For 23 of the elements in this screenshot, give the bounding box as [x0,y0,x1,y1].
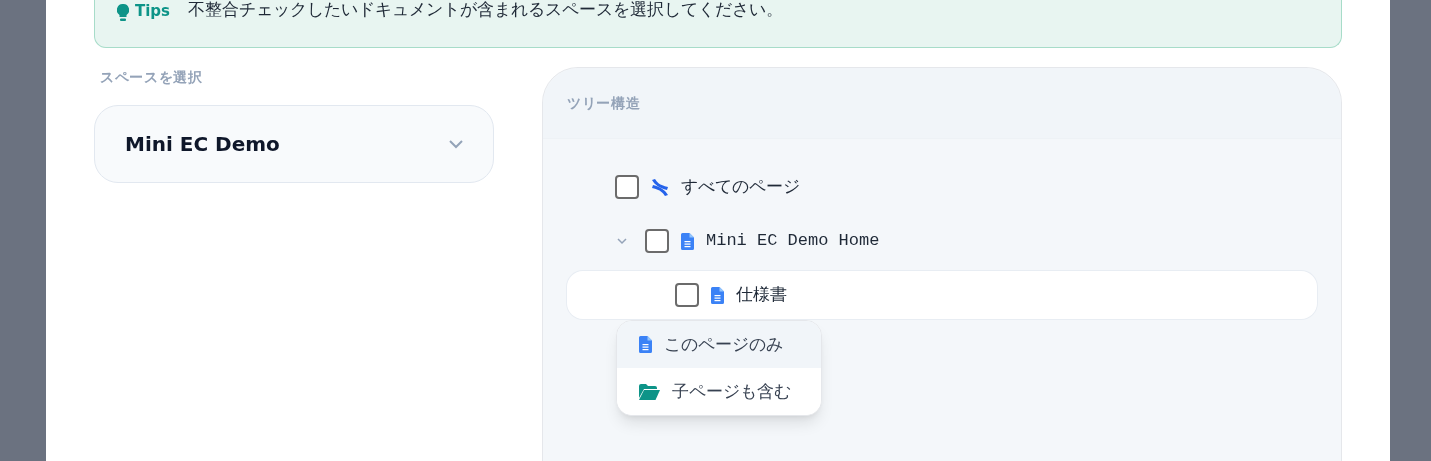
panel-title: ツリー構造 [567,93,641,113]
tree-row[interactable]: Mini EC Demo Home [567,217,1317,265]
tips-label: Tips [135,0,171,22]
tree-item-label: Mini EC Demo Home [706,230,880,253]
checkbox[interactable] [615,175,639,199]
document-icon [681,232,694,250]
tree-item-label: すべてのページ [681,175,800,199]
checkbox[interactable] [645,229,669,253]
menu-item[interactable]: このページのみ [617,321,821,368]
lightbulb-icon [117,4,129,22]
document-icon [639,336,652,353]
menu-item-label: このページのみ [664,332,783,356]
document-icon [711,286,724,304]
checkbox[interactable] [675,283,699,307]
open-folder-icon [639,383,660,400]
field-label: スペースを選択 [99,68,204,87]
space-select[interactable]: Mini EC Demo [94,105,494,183]
cross-logo-icon [651,178,669,196]
menu-item-label: 子ページも含む [672,379,791,403]
menu-item[interactable]: 子ページも含む [617,368,821,415]
tips-text: 不整合チェックしたいドキュメントが含まれるスペースを選択してください。 [188,0,784,21]
tree-row[interactable]: すべてのページ [567,163,1317,211]
tree-item-label: 仕様書 [736,283,787,307]
